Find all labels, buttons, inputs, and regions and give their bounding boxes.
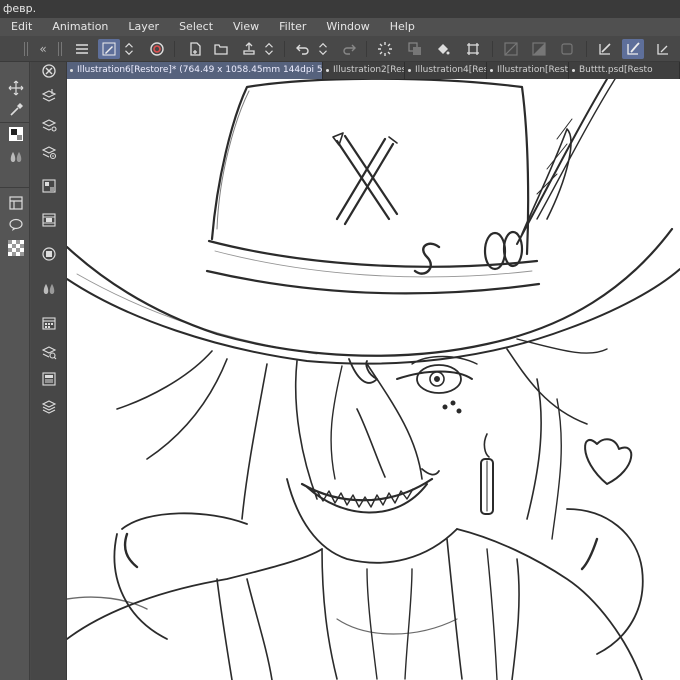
menu-window[interactable]: Window bbox=[316, 18, 379, 36]
tab-illustration[interactable]: Illustration[Rest bbox=[487, 62, 569, 79]
clip-studio-window: февр. Edit Animation Layer Select View F… bbox=[0, 0, 680, 680]
command-bar: « bbox=[0, 36, 680, 62]
tab-label: Illustration4[Res bbox=[415, 65, 487, 75]
target-icon[interactable] bbox=[146, 39, 168, 59]
history-stepper-icon[interactable] bbox=[316, 39, 330, 59]
layer-settings-icon[interactable] bbox=[39, 115, 59, 135]
title-date: февр. bbox=[3, 2, 37, 15]
tab-dot-icon bbox=[326, 69, 329, 72]
unsaved-dot-icon bbox=[70, 69, 73, 72]
left-side-panel bbox=[0, 62, 30, 680]
tab-label: Illustration[Rest bbox=[497, 65, 569, 75]
new-file-icon[interactable] bbox=[184, 39, 206, 59]
tab-label: Illustration2[Res bbox=[333, 65, 405, 75]
tab-illustration2[interactable]: Illustration2[Res bbox=[323, 62, 405, 79]
layer-sort-icon[interactable] bbox=[39, 86, 59, 106]
crop-selection-icon[interactable] bbox=[556, 39, 578, 59]
title-bar: февр. bbox=[0, 0, 680, 18]
menu-bar: Edit Animation Layer Select View Filter … bbox=[0, 18, 680, 36]
toolbar-separator bbox=[492, 41, 493, 57]
tab-dot-icon bbox=[490, 69, 493, 72]
layer-property-icon[interactable] bbox=[39, 142, 59, 162]
pen-tool-icon[interactable] bbox=[98, 39, 120, 59]
loading-spinner-icon[interactable] bbox=[374, 39, 396, 59]
drawing-canvas[interactable] bbox=[67, 79, 680, 680]
menu-view[interactable]: View bbox=[223, 18, 269, 36]
menu-layer[interactable]: Layer bbox=[118, 18, 169, 36]
material-icon[interactable] bbox=[39, 244, 59, 264]
brush-tool-icon[interactable] bbox=[622, 39, 644, 59]
invert-selection-icon[interactable] bbox=[528, 39, 550, 59]
tab-label: Butttt.psd[Resto bbox=[579, 65, 653, 75]
stepper-icon[interactable] bbox=[122, 39, 136, 59]
sketch-artwork bbox=[67, 79, 680, 680]
menu-icon[interactable] bbox=[71, 39, 93, 59]
calendar-grid-icon[interactable] bbox=[39, 313, 59, 333]
zoom-tool-icon[interactable] bbox=[39, 61, 59, 81]
layout-panel-icon[interactable] bbox=[6, 193, 26, 213]
layers-stack-icon[interactable] bbox=[39, 397, 59, 417]
tab-dot-icon bbox=[572, 69, 575, 72]
toolbar-separator bbox=[174, 41, 175, 57]
menu-edit[interactable]: Edit bbox=[0, 18, 42, 36]
menu-help[interactable]: Help bbox=[380, 18, 425, 36]
navigator-icon[interactable] bbox=[39, 176, 59, 196]
ruler-snap-icon[interactable] bbox=[652, 39, 674, 59]
layer-search-icon[interactable] bbox=[39, 342, 59, 362]
blend-drops-icon[interactable] bbox=[6, 147, 26, 167]
transparency-checker-icon[interactable] bbox=[6, 238, 26, 258]
export-icon[interactable] bbox=[238, 39, 260, 59]
redo-icon[interactable] bbox=[338, 39, 360, 59]
open-folder-icon[interactable] bbox=[210, 39, 232, 59]
menu-filter[interactable]: Filter bbox=[269, 18, 316, 36]
eyedropper-icon[interactable] bbox=[6, 100, 26, 120]
tab-dot-icon bbox=[408, 69, 411, 72]
copy-layer-icon[interactable] bbox=[404, 39, 426, 59]
tab-illustration6[interactable]: Illustration6[Restore]* (764.49 x 1058.4… bbox=[67, 62, 323, 79]
menu-animation[interactable]: Animation bbox=[42, 18, 118, 36]
panel-divider bbox=[0, 122, 30, 123]
collapse-panel-icon[interactable]: « bbox=[32, 39, 54, 59]
info-panel-icon[interactable] bbox=[39, 369, 59, 389]
fill-bucket-icon[interactable] bbox=[432, 39, 454, 59]
toolbar-separator bbox=[284, 41, 285, 57]
document-tabs: Illustration6[Restore]* (764.49 x 1058.4… bbox=[67, 62, 680, 79]
toolbar-separator bbox=[366, 41, 367, 57]
toolbar-grip-2[interactable] bbox=[58, 42, 62, 56]
speech-bubble-icon[interactable] bbox=[6, 215, 26, 235]
color-mix-icon[interactable] bbox=[39, 279, 59, 299]
tab-illustration4[interactable]: Illustration4[Res bbox=[405, 62, 487, 79]
ruler-pen-icon[interactable] bbox=[594, 39, 616, 59]
menu-select[interactable]: Select bbox=[169, 18, 223, 36]
toolbar-grip[interactable] bbox=[24, 42, 28, 56]
tab-butttt[interactable]: Butttt.psd[Resto bbox=[569, 62, 680, 79]
move-icon[interactable] bbox=[6, 78, 26, 98]
tab-label: Illustration6[Restore]* (764.49 x 1058.4… bbox=[77, 65, 323, 75]
sub-tool-column bbox=[31, 62, 67, 680]
toolbar-separator bbox=[586, 41, 587, 57]
undo-icon[interactable] bbox=[292, 39, 314, 59]
color-swatch-icon[interactable] bbox=[6, 124, 26, 144]
panel-divider bbox=[0, 187, 30, 188]
filmstrip-icon[interactable] bbox=[39, 210, 59, 230]
transform-icon[interactable] bbox=[462, 39, 484, 59]
export-stepper-icon[interactable] bbox=[262, 39, 276, 59]
clear-selection-icon[interactable] bbox=[500, 39, 522, 59]
